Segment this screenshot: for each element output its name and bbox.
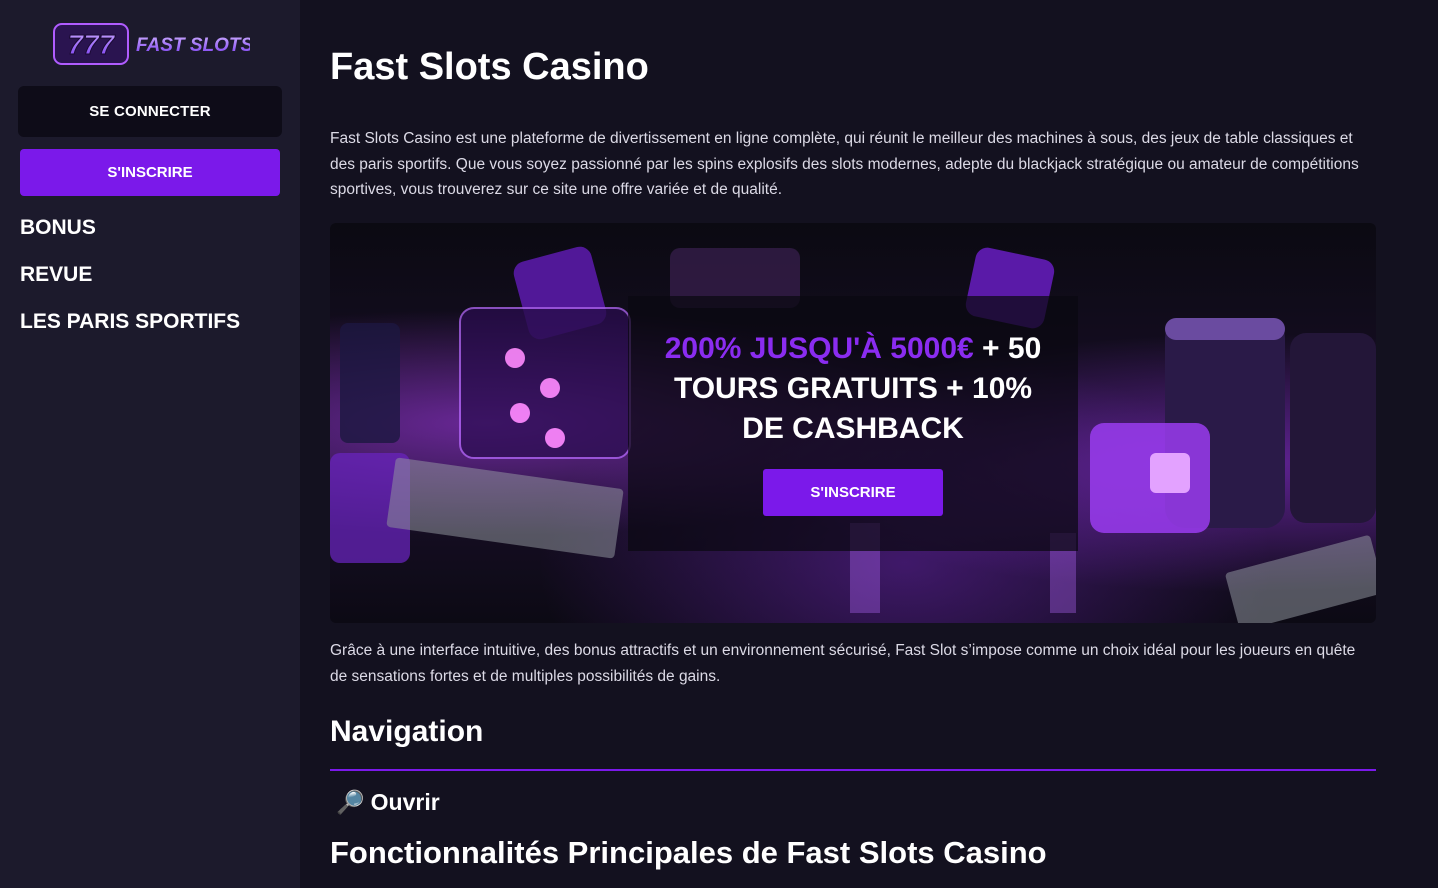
banner-register-button[interactable]: S'INSCRIRE <box>763 469 943 516</box>
site-logo[interactable]: 777 FAST SLOTS <box>50 20 250 68</box>
promo-banner: 200% JUSQU'À 5000€ + 50 TOURS GRATUITS +… <box>330 223 1376 623</box>
offer-amount: 200% JUSQU'À 5000€ <box>664 332 974 365</box>
sidebar-item-bonus[interactable]: BONUS <box>20 216 96 240</box>
toc-toggle[interactable]: 🔎 Ouvrir <box>336 789 440 816</box>
sidebar-item-revue[interactable]: REVUE <box>20 263 92 287</box>
toc-toggle-label: Ouvrir <box>370 789 440 815</box>
logo-digits: 777 <box>68 29 116 60</box>
logo-text: FAST SLOTS <box>136 35 250 56</box>
intro-paragraph: Fast Slots Casino est une plateforme de … <box>330 130 1359 198</box>
sidebar-item-paris-sportifs[interactable]: LES PARIS SPORTIFS <box>20 310 240 334</box>
features-heading: Fonctionnalités Principales de Fast Slot… <box>330 835 1047 870</box>
navigation-heading: Navigation <box>330 715 484 748</box>
section-divider <box>330 769 1376 771</box>
sidebar: 777 FAST SLOTS SE CONNECTER S'INSCRIRE B… <box>0 0 300 888</box>
offer-panel: 200% JUSQU'À 5000€ + 50 TOURS GRATUITS +… <box>628 296 1078 551</box>
magnifier-icon: 🔎 <box>336 789 365 815</box>
page-title: Fast Slots Casino <box>330 46 649 88</box>
login-button[interactable]: SE CONNECTER <box>18 86 282 137</box>
outro-paragraph: Grâce à une interface intuitive, des bon… <box>330 642 1356 685</box>
register-button[interactable]: S'INSCRIRE <box>20 149 280 196</box>
offer-headline: 200% JUSQU'À 5000€ + 50 TOURS GRATUITS +… <box>653 329 1053 449</box>
